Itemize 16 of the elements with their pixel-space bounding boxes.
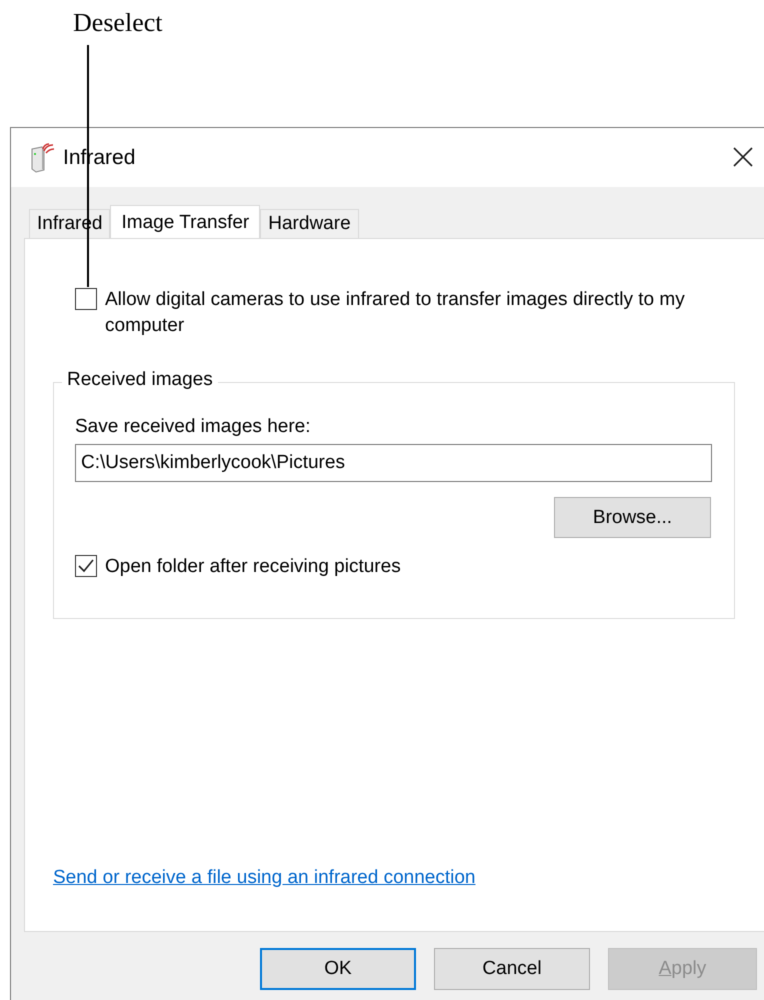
browse-button[interactable]: Browse... bbox=[554, 497, 711, 538]
infrared-connection-link[interactable]: Send or receive a file using an infrared connection bbox=[53, 867, 476, 889]
checkbox[interactable] bbox=[75, 555, 97, 577]
path-field[interactable]: C:\Users\kimberlycook\Pictures bbox=[75, 444, 712, 482]
infrared-device-icon bbox=[29, 142, 55, 172]
checkbox[interactable] bbox=[75, 288, 97, 310]
callout-label: Deselect bbox=[73, 8, 163, 38]
field-label: Save received images here: bbox=[75, 416, 311, 437]
tab[interactable]: Hardware bbox=[260, 209, 359, 238]
checkbox-label: Open folder after receiving pictures bbox=[105, 555, 402, 579]
tab[interactable]: Image Transfer bbox=[110, 205, 260, 239]
close-icon[interactable] bbox=[732, 146, 754, 168]
group-title: Received images bbox=[62, 369, 218, 391]
checkbox-label: Allow digital cameras to use infrared to transfer images directly to my computer bbox=[105, 288, 686, 338]
dialog-button[interactable]: OK bbox=[260, 948, 416, 990]
dialog-button[interactable]: Cancel bbox=[434, 948, 590, 990]
